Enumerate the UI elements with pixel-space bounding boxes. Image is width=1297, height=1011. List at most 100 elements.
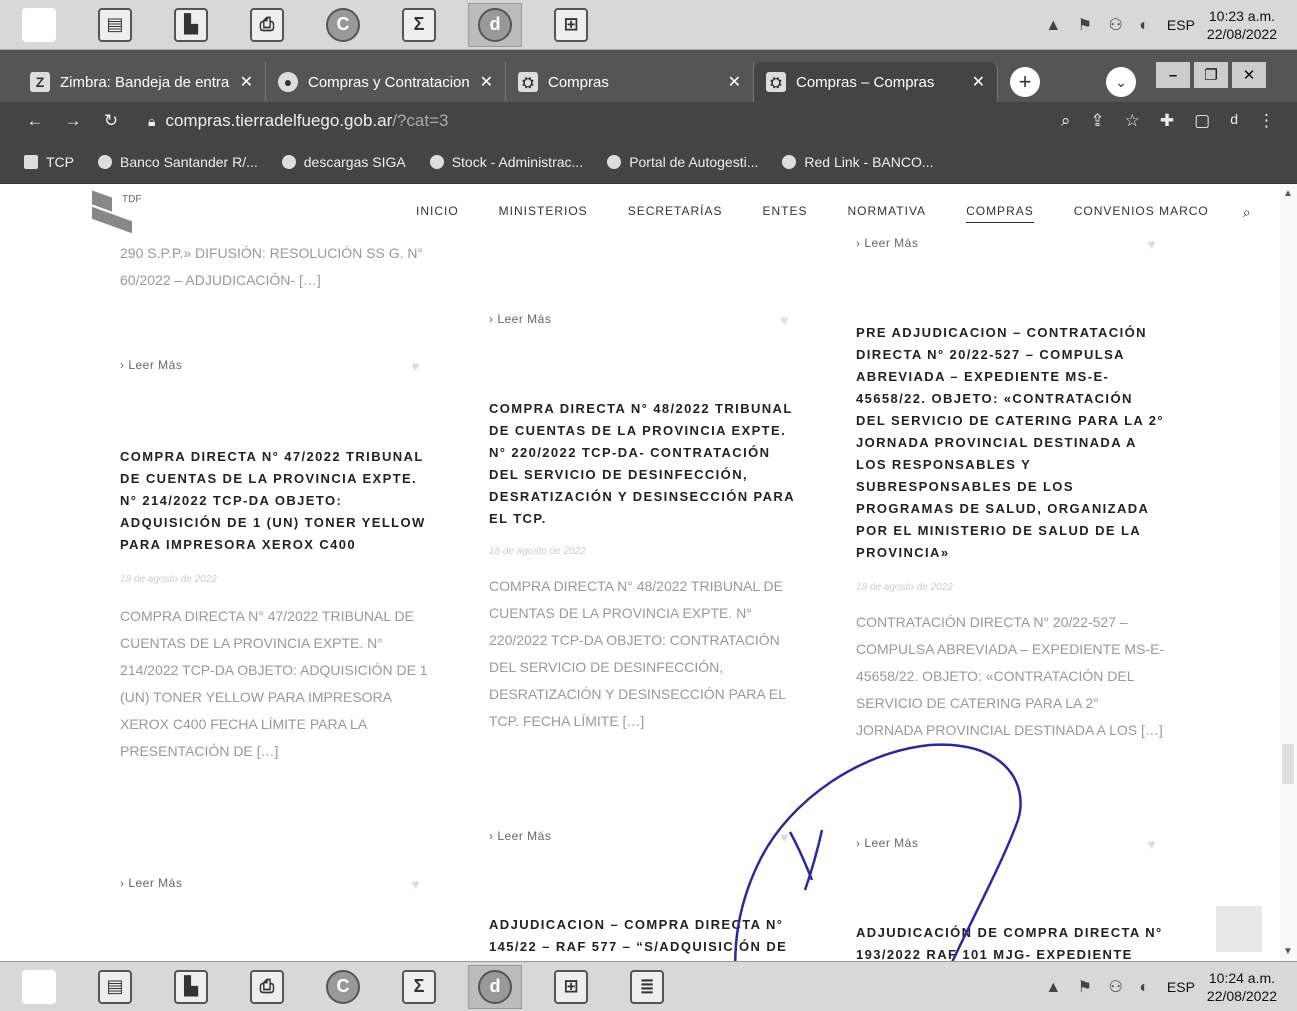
taskbar-app-profile[interactable]: d — [468, 964, 522, 1009]
taskbar-bottom: ▤ ▙ ⎙ C Σ d ⊞ ≣ ▲ ⚑ ⚇ ◐ ESP 10:24 a.m. 2… — [0, 961, 1297, 1011]
tab-search-button[interactable]: ⌄ — [1106, 67, 1136, 97]
profile-avatar[interactable]: d — [1230, 111, 1238, 131]
share-icon[interactable]: ⇪ — [1090, 111, 1104, 131]
menu-item-entes[interactable]: ENTES — [762, 204, 807, 223]
back-icon[interactable]: ← — [20, 111, 50, 131]
language-indicator[interactable]: ESP — [1167, 17, 1195, 33]
printer-icon: ⎙ — [250, 7, 284, 42]
bookmark-item[interactable]: Stock - Administrac... — [429, 154, 583, 170]
menu-item-compras[interactable]: COMPRAS — [966, 204, 1034, 223]
url-path: /?cat=3 — [392, 111, 449, 130]
post-title[interactable]: COMPRA DIRECTA N° 47/2022 TRIBUNAL DE CU… — [120, 446, 430, 556]
close-icon[interactable]: ✕ — [240, 72, 253, 92]
taskbar-app-terminal[interactable]: Σ — [392, 965, 446, 1009]
read-more-link[interactable]: › Leer Más ♥ — [120, 876, 420, 892]
close-icon[interactable]: ✕ — [480, 72, 493, 92]
read-more-link[interactable]: › Leer Más ♥ — [120, 358, 420, 374]
close-icon[interactable]: ✕ — [972, 72, 985, 92]
system-tray: ▲ ⚑ ⚇ ◐ ESP 10:24 a.m. 22/08/2022 — [1045, 969, 1297, 1005]
side-panel-icon[interactable]: ▢ — [1194, 111, 1210, 131]
bookmark-item[interactable]: TCP — [24, 154, 74, 170]
site-menu: INICIO MINISTERIOS SECRETARÍAS ENTES NOR… — [416, 204, 1252, 223]
tab-compras[interactable]: ⛭ Compras ✕ — [506, 62, 754, 102]
post-title[interactable]: ADJUDICACIÓN DE COMPRA DIRECTA N° 193/20… — [856, 922, 1166, 961]
zoom-icon[interactable]: ⌕ — [1061, 111, 1071, 131]
minimize-button[interactable]: – — [1156, 62, 1190, 88]
post-date: 18 de agosto de 2022 — [120, 574, 217, 585]
heart-icon[interactable]: ♥ — [1147, 836, 1156, 852]
post-title[interactable]: COMPRA DIRECTA N° 48/2022 TRIBUNAL DE CU… — [489, 398, 799, 530]
heart-icon[interactable]: ♥ — [780, 312, 789, 328]
forward-icon[interactable]: → — [58, 111, 88, 131]
post-title[interactable]: ADJUDICACION – COMPRA DIRECTA N° 145/22 … — [489, 914, 799, 961]
start-button[interactable] — [12, 3, 66, 47]
clock[interactable]: 10:24 a.m. 22/08/2022 — [1207, 969, 1277, 1005]
bookmark-item[interactable]: Red Link - BANCO... — [782, 154, 934, 170]
tray-icons[interactable]: ▲ ⚑ ⚇ ◐ — [1045, 15, 1155, 35]
link-icon — [782, 154, 797, 169]
document-icon: ▤ — [98, 969, 132, 1004]
menu-item-convenios-marco[interactable]: CONVENIOS MARCO — [1074, 204, 1209, 223]
read-more-link[interactable]: › Leer Más ♥ — [856, 836, 1156, 852]
menu-item-normativa[interactable]: NORMATIVA — [848, 204, 927, 223]
tdf-logo[interactable]: TDF — [92, 190, 142, 234]
reload-icon[interactable]: ↻ — [96, 111, 126, 131]
taskbar-app-profile[interactable]: d — [468, 2, 522, 47]
tdf-favicon-icon: ⛭ — [518, 72, 538, 92]
taskbar-app-notepad[interactable]: ≣ — [620, 965, 674, 1009]
taskbar-app-remote[interactable]: ⊞ — [544, 3, 598, 47]
taskbar-app-explorer[interactable]: ▙ — [164, 965, 218, 1009]
close-icon[interactable]: ✕ — [728, 72, 741, 92]
taskbar-app-remote[interactable]: ⊞ — [544, 965, 598, 1009]
menu-item-ministerios[interactable]: MINISTERIOS — [499, 204, 588, 223]
clock[interactable]: 10:23 a.m. 22/08/2022 — [1207, 7, 1277, 43]
scroll-up-icon[interactable]: ▲ — [1283, 188, 1293, 199]
lock-icon[interactable]: 🔒︎ — [148, 113, 155, 130]
page-scrollbar[interactable]: ▲ ▼ — [1280, 184, 1297, 961]
read-more-link[interactable]: › Leer Más ♥ — [489, 312, 789, 328]
read-more-link[interactable]: › Leer Más ♥ — [489, 829, 789, 845]
taskbar-app-chrome[interactable]: C — [316, 3, 370, 47]
menu-dots-icon[interactable]: ⋮ — [1258, 111, 1275, 131]
taskbar-app-document[interactable]: ▤ — [88, 3, 142, 47]
close-window-button[interactable]: ✕ — [1232, 62, 1266, 88]
bookmark-item[interactable]: Banco Santander R/... — [98, 154, 258, 170]
bookmark-item[interactable]: Portal de Autogesti... — [607, 154, 758, 170]
menu-item-secretarias[interactable]: SECRETARÍAS — [628, 204, 723, 223]
tab-title: Compras y Contratacion — [308, 73, 470, 91]
taskbar-app-printer[interactable]: ⎙ — [240, 965, 294, 1009]
language-indicator[interactable]: ESP — [1167, 979, 1195, 995]
heart-icon[interactable]: ♥ — [780, 829, 789, 845]
bookmark-star-icon[interactable]: ☆ — [1125, 111, 1140, 131]
printer-icon: ⎙ — [250, 969, 284, 1004]
tab-compras-compras[interactable]: ⛭ Compras – Compras ✕ — [754, 62, 998, 102]
post-title[interactable]: PRE ADJUDICACION – CONTRATACIÓN DIRECTA … — [856, 322, 1166, 564]
search-icon[interactable]: ⌕ — [1243, 204, 1252, 223]
menu-item-inicio[interactable]: INICIO — [416, 204, 459, 223]
bookmark-item[interactable]: descargas SIGA — [281, 154, 406, 170]
clock-time: 10:24 a.m. — [1208, 969, 1276, 986]
heart-icon[interactable]: ♥ — [1147, 236, 1156, 252]
read-more-link[interactable]: › Leer Más ♥ — [856, 236, 1156, 252]
taskbar-app-printer[interactable]: ⎙ — [240, 3, 294, 47]
taskbar-app-chrome[interactable]: C — [316, 965, 370, 1009]
back-to-top-button[interactable] — [1216, 906, 1262, 952]
tray-icons[interactable]: ▲ ⚑ ⚇ ◐ — [1045, 977, 1155, 997]
scroll-thumb[interactable] — [1282, 744, 1294, 784]
site-header: TDF INICIO MINISTERIOS SECRETARÍAS ENTES… — [0, 184, 1280, 234]
remote-desktop-icon: ⊞ — [554, 969, 588, 1004]
scroll-down-icon[interactable]: ▼ — [1283, 946, 1293, 957]
taskbar-app-terminal[interactable]: Σ — [392, 3, 446, 47]
heart-icon[interactable]: ♥ — [411, 876, 420, 892]
tab-compras-contrataciones[interactable]: ● Compras y Contratacion ✕ — [266, 62, 506, 102]
heart-icon[interactable]: ♥ — [411, 358, 420, 374]
taskbar-app-document[interactable]: ▤ — [88, 965, 142, 1009]
address-bar[interactable]: 🔒︎ compras.tierradelfuego.gob.ar/?cat=3 — [148, 111, 1061, 131]
new-tab-button[interactable]: + — [1010, 67, 1040, 97]
start-button[interactable] — [12, 965, 66, 1009]
taskbar-app-explorer[interactable]: ▙ — [164, 3, 218, 47]
extensions-icon[interactable]: ✚ — [1160, 111, 1174, 131]
document-icon: ▤ — [98, 7, 132, 42]
tab-zimbra[interactable]: Z Zimbra: Bandeja de entra ✕ — [18, 62, 266, 102]
maximize-button[interactable]: ❐ — [1194, 62, 1228, 88]
